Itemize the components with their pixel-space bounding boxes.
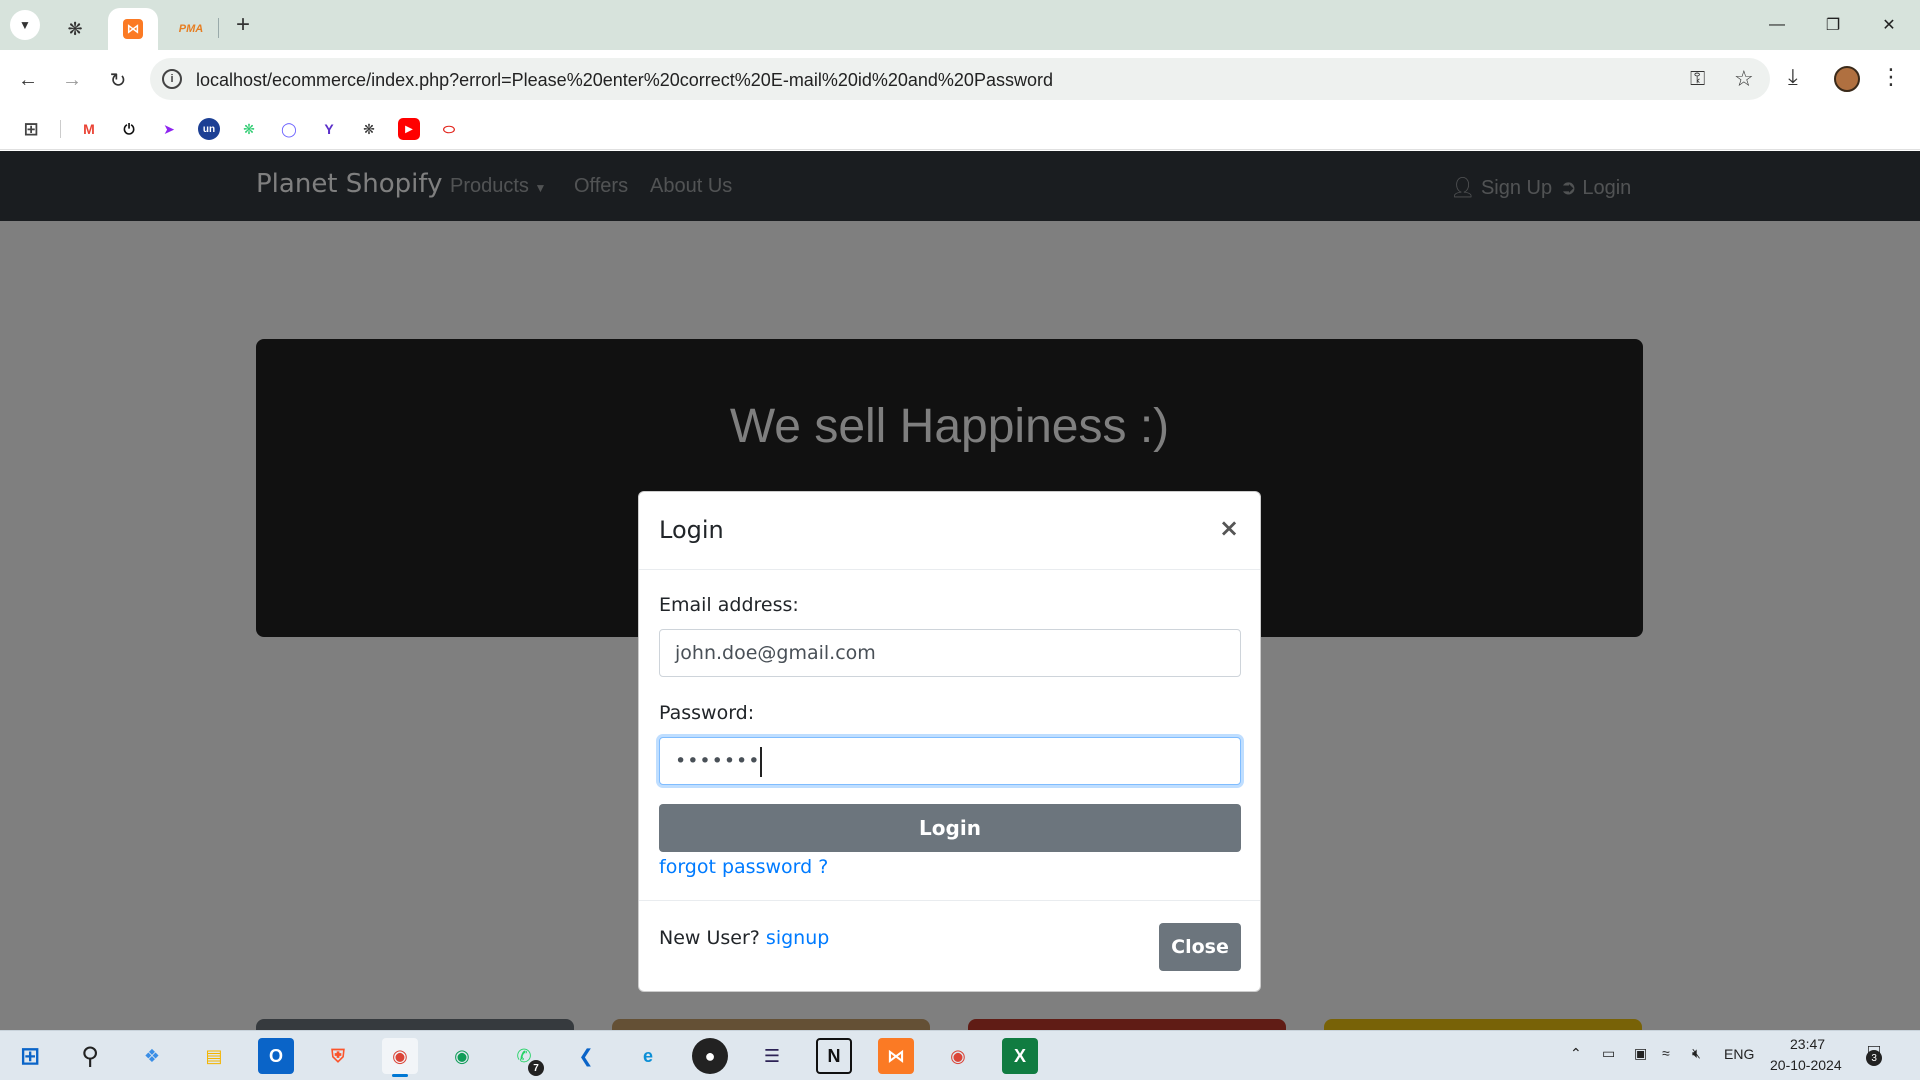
close-window-icon[interactable]: ✕ [1866, 8, 1912, 42]
bookmark-separator [60, 120, 61, 138]
xampp-icon: ⋈ [123, 19, 143, 39]
chrome-icon[interactable]: ◉ [940, 1038, 976, 1074]
new-user-label: New User? [659, 927, 760, 949]
vscode-icon[interactable]: ❮ [568, 1038, 604, 1074]
browser-tabstrip: ▼ ❋ ⋈ PMA + — ❐ ✕ [0, 0, 1920, 50]
clock-time[interactable]: 23:47 [1790, 1036, 1825, 1052]
password-field[interactable]: ••••••• [659, 737, 1241, 785]
reload-icon[interactable]: ↻ [102, 64, 134, 96]
outlook-icon[interactable]: O [258, 1038, 294, 1074]
arrow-icon[interactable]: ➤ [158, 118, 180, 140]
tab-xampp[interactable]: ⋈ [108, 8, 158, 50]
mute-icon[interactable]: 🔇︎ [1692, 1045, 1701, 1062]
youtube-icon[interactable]: ▶ [398, 118, 420, 140]
browser-toolbar: ← → ↻ i localhost/ecommerce/index.php?er… [0, 50, 1920, 108]
modal-header: Login × [639, 492, 1260, 570]
forward-arrow-icon[interactable]: → [56, 64, 88, 96]
power-icon[interactable]: ⏻ [118, 118, 140, 140]
modal-footer: New User? signup Close [639, 900, 1260, 993]
wifi-icon[interactable]: ≈ [1662, 1045, 1670, 1061]
login-modal: Login × Email address: john.doe@gmail.co… [638, 491, 1261, 992]
openai-icon[interactable]: ❋ [358, 118, 380, 140]
whatsapp-icon[interactable]: ✆ 7 [506, 1038, 544, 1076]
text-caret [760, 746, 763, 777]
excel-icon[interactable]: X [1002, 1038, 1038, 1074]
login-button[interactable]: Login [659, 804, 1241, 852]
yc-icon[interactable]: Y [318, 118, 340, 140]
perplexity-icon[interactable]: ❋ [238, 118, 260, 140]
copilot-icon[interactable]: ❖ [134, 1038, 170, 1074]
unstop-icon[interactable]: un [198, 118, 220, 140]
tab-openai[interactable]: ❋ [52, 8, 98, 50]
app-icon[interactable]: ● [692, 1038, 728, 1074]
password-value: ••••••• [675, 750, 761, 772]
notification-icon[interactable]: □3 [1866, 1041, 1883, 1066]
new-user-text: New User? signup [659, 927, 829, 949]
forgot-password-link[interactable]: forgot password ? [659, 856, 828, 878]
notion-icon[interactable]: N [816, 1038, 852, 1074]
notification-badge: 3 [1866, 1050, 1883, 1066]
clock-date[interactable]: 20-10-2024 [1770, 1057, 1842, 1073]
close-button[interactable]: Close [1159, 923, 1241, 971]
password-key-icon[interactable]: ⚿ [1690, 68, 1705, 91]
xampp-icon[interactable]: ⋈ [878, 1038, 914, 1074]
new-tab-button[interactable]: + [228, 10, 258, 40]
modal-title: Login [659, 516, 724, 544]
web-page: Planet Shopify Products ▼ Offers About U… [0, 151, 1920, 1030]
brave-icon[interactable]: ⛨ [320, 1038, 356, 1074]
windows-start-icon[interactable]: ⊞ [12, 1038, 48, 1074]
phpmyadmin-icon: PMA [178, 23, 204, 35]
apps-grid-icon[interactable]: ⊞ [20, 118, 42, 140]
gmail-icon[interactable]: M [78, 118, 100, 140]
windows-taskbar: ⊞ ⚲ ❖ ▤ O ⛨ ◉ ◉ ✆ 7 ❮ e ● ☰ N ⋈ ◉ X ⌃ ▭ ▣… [0, 1030, 1920, 1080]
linear-icon[interactable]: ◯ [278, 118, 300, 140]
search-icon[interactable]: ⚲ [72, 1038, 108, 1074]
chevron-down-icon[interactable]: ▼ [10, 10, 40, 40]
whatsapp-badge: 7 [528, 1060, 544, 1076]
tab-separator [218, 18, 219, 38]
active-indicator [392, 1074, 408, 1077]
chrome-icon[interactable]: ◉ [382, 1038, 418, 1077]
minimize-icon[interactable]: — [1754, 8, 1800, 42]
eclipse-icon[interactable]: ☰ [754, 1038, 790, 1074]
bookmarks-bar: ⊞ M ⏻ ➤ un ❋ ◯ Y ❋ ▶ ⬭ [0, 108, 1920, 150]
file-explorer-icon[interactable]: ▤ [196, 1038, 232, 1074]
close-icon[interactable]: × [1219, 514, 1239, 542]
back-arrow-icon[interactable]: ← [12, 64, 44, 96]
meet-icon[interactable]: ▣ [1634, 1045, 1647, 1062]
bookmark-star-icon[interactable]: ☆ [1734, 66, 1754, 92]
password-label: Password: [659, 702, 755, 724]
battery-icon[interactable]: ▭ [1602, 1045, 1615, 1062]
address-bar[interactable]: i localhost/ecommerce/index.php?errorl=P… [150, 58, 1770, 100]
email-field[interactable]: john.doe@gmail.com [659, 629, 1241, 677]
signup-link[interactable]: signup [766, 927, 829, 949]
tab-phpmyadmin[interactable]: PMA [168, 8, 214, 50]
oracle-icon[interactable]: ⬭ [438, 118, 460, 140]
email-label: Email address: [659, 594, 799, 616]
openai-icon: ❋ [67, 18, 83, 39]
site-info-icon[interactable]: i [162, 69, 182, 89]
restore-icon[interactable]: ❐ [1810, 8, 1856, 42]
kebab-menu-icon[interactable]: ⋮ [1880, 64, 1902, 90]
edge-icon[interactable]: e [630, 1038, 666, 1074]
profile-avatar[interactable] [1834, 66, 1860, 92]
url-text[interactable]: localhost/ecommerce/index.php?errorl=Ple… [196, 70, 1053, 91]
tray-chevron-icon[interactable]: ⌃ [1570, 1045, 1582, 1062]
language-indicator[interactable]: ENG [1724, 1046, 1754, 1062]
chrome-icon[interactable]: ◉ [444, 1038, 480, 1074]
download-icon[interactable]: ⤓ [1788, 64, 1798, 90]
